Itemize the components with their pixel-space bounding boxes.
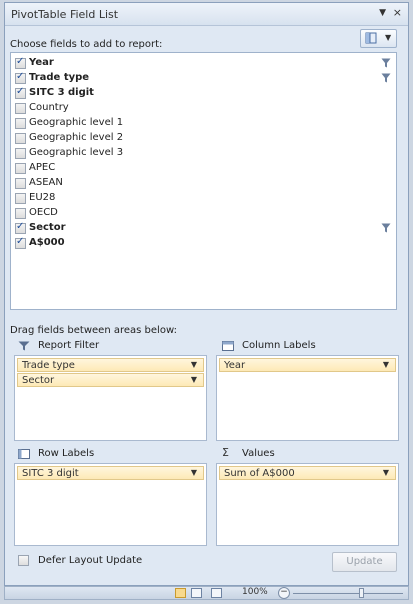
field-label: Geographic level 1	[29, 117, 124, 128]
checkbox[interactable]	[15, 178, 26, 189]
checkbox[interactable]	[15, 193, 26, 204]
row-labels-icon	[18, 449, 30, 459]
check-icon: ✓	[16, 86, 25, 97]
chevron-down-icon[interactable]: ▼	[383, 468, 389, 477]
field-item-geographic-level-1[interactable]: Geographic level 1	[13, 116, 393, 131]
field-label: Sector	[29, 222, 66, 233]
field-item-geographic-level-3[interactable]: Geographic level 3	[13, 146, 393, 161]
field-item-year[interactable]: ✓ Year	[13, 56, 393, 71]
field-label: SITC 3 digit	[29, 87, 94, 98]
column-labels-area[interactable]: Year ▼	[216, 355, 399, 441]
checkbox[interactable]	[15, 148, 26, 159]
field-item-country[interactable]: Country	[13, 101, 393, 116]
page-break-view-icon[interactable]	[211, 588, 222, 598]
field-label: OECD	[29, 207, 58, 218]
report-filter-field-trade-type[interactable]: Trade type ▼	[17, 358, 204, 372]
checkbox[interactable]	[15, 133, 26, 144]
field-label: Year	[29, 57, 54, 68]
field-item-geographic-level-2[interactable]: Geographic level 2	[13, 131, 393, 146]
chevron-down-icon: ▼	[385, 33, 392, 42]
checkbox[interactable]: ✓	[15, 71, 26, 84]
field-label: EU28	[29, 192, 56, 203]
zoom-slider-thumb[interactable]	[359, 588, 364, 598]
zoom-out-icon[interactable]: −	[278, 587, 290, 599]
values-label: Values	[242, 448, 275, 459]
chevron-down-icon[interactable]: ▼	[191, 468, 197, 477]
field-pill-label: Trade type	[22, 360, 75, 371]
column-labels-label: Column Labels	[242, 340, 316, 351]
field-label: APEC	[29, 162, 56, 173]
report-filter-header: Report Filter	[18, 339, 198, 354]
row-labels-header: Row Labels	[18, 447, 198, 462]
defer-layout-update-checkbox[interactable]	[18, 555, 29, 566]
field-label: Geographic level 2	[29, 132, 124, 143]
row-labels-area[interactable]: SITC 3 digit ▼	[14, 463, 207, 546]
checkbox[interactable]: ✓	[15, 236, 26, 249]
check-icon: ✓	[16, 56, 25, 67]
zoom-level[interactable]: 100%	[242, 587, 268, 597]
task-pane-options-icon[interactable]: ▼	[379, 8, 386, 18]
report-filter-label: Report Filter	[38, 340, 100, 351]
filter-icon	[381, 223, 391, 233]
panel-title: PivotTable Field List	[11, 8, 119, 21]
check-icon: ✓	[16, 71, 25, 82]
checkbox[interactable]: ✓	[15, 86, 26, 99]
zoom-slider-track[interactable]	[293, 593, 403, 594]
field-list: ✓ Year ✓ Trade type ✓ SITC 3 digit Count…	[10, 52, 397, 310]
filter-icon	[381, 58, 391, 68]
field-item-a000[interactable]: ✓ A$000	[13, 236, 393, 251]
check-icon: ✓	[16, 236, 25, 247]
checkbox[interactable]	[15, 118, 26, 129]
field-item-eu28[interactable]: EU28	[13, 191, 393, 206]
field-item-trade-type[interactable]: ✓ Trade type	[13, 71, 393, 86]
filter-icon	[381, 73, 391, 83]
title-bar: PivotTable Field List ▼ ×	[5, 3, 408, 26]
field-pill-label: SITC 3 digit	[22, 468, 79, 479]
defer-layout-update-label: Defer Layout Update	[38, 555, 143, 566]
check-icon: ✓	[16, 221, 25, 232]
column-labels-icon	[222, 341, 234, 351]
checkbox[interactable]	[15, 163, 26, 174]
field-label: Trade type	[29, 72, 90, 83]
field-item-asean[interactable]: ASEAN	[13, 176, 393, 191]
normal-view-icon[interactable]	[175, 588, 186, 598]
checkbox[interactable]: ✓	[15, 56, 26, 69]
update-button[interactable]: Update	[332, 552, 397, 572]
field-pill-label: Sum of A$000	[224, 468, 295, 479]
page-layout-view-icon[interactable]	[191, 588, 202, 598]
column-labels-header: Column Labels	[222, 339, 402, 354]
field-item-sitc-3-digit[interactable]: ✓ SITC 3 digit	[13, 86, 393, 101]
checkbox[interactable]: ✓	[15, 221, 26, 234]
values-area[interactable]: Sum of A$000 ▼	[216, 463, 399, 546]
chevron-down-icon[interactable]: ▼	[191, 360, 197, 369]
layout-icon	[365, 32, 377, 44]
chevron-down-icon[interactable]: ▼	[383, 360, 389, 369]
field-label: Country	[29, 102, 69, 113]
choose-fields-label: Choose fields to add to report:	[10, 39, 163, 50]
field-item-sector[interactable]: ✓ Sector	[13, 221, 393, 236]
filter-icon	[18, 341, 30, 351]
close-icon[interactable]: ×	[393, 6, 402, 19]
sigma-icon: Σ	[222, 446, 229, 459]
field-label: ASEAN	[29, 177, 63, 188]
report-filter-area[interactable]: Trade type ▼ Sector ▼	[14, 355, 207, 441]
row-labels-field-sitc-3-digit[interactable]: SITC 3 digit ▼	[17, 466, 204, 480]
field-label: A$000	[29, 237, 65, 248]
column-labels-field-year[interactable]: Year ▼	[219, 358, 396, 372]
field-pill-label: Sector	[22, 375, 55, 386]
drag-fields-label: Drag fields between areas below:	[10, 325, 177, 336]
status-bar: 100% −	[4, 586, 409, 600]
checkbox[interactable]	[15, 103, 26, 114]
field-list-layout-button[interactable]: ▼	[360, 29, 397, 48]
report-filter-field-sector[interactable]: Sector ▼	[17, 373, 204, 387]
field-item-oecd[interactable]: OECD	[13, 206, 393, 221]
checkbox[interactable]	[15, 208, 26, 219]
field-label: Geographic level 3	[29, 147, 124, 158]
chevron-down-icon[interactable]: ▼	[191, 375, 197, 384]
field-item-apec[interactable]: APEC	[13, 161, 393, 176]
values-field-sum-a000[interactable]: Sum of A$000 ▼	[219, 466, 396, 480]
field-pill-label: Year	[224, 360, 246, 371]
row-labels-label: Row Labels	[38, 448, 95, 459]
values-header: Σ Values	[222, 446, 402, 462]
